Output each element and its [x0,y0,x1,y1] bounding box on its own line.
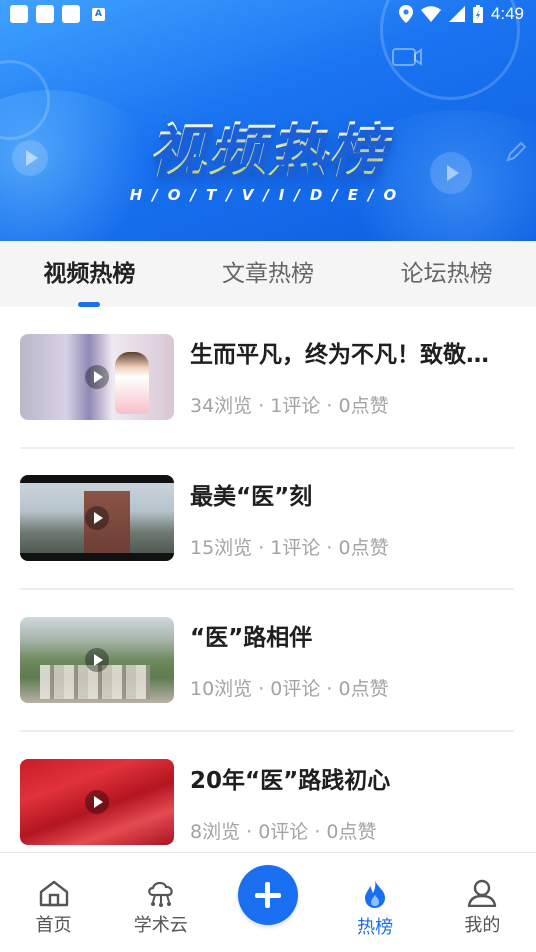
banner-subtitle: H/O/T/V/I/D/E/O [129,186,407,204]
list-item[interactable]: 最美“医”刻 15浏览 · 1评论 · 0点赞 [20,449,514,590]
status-time: 4:49 [490,4,524,23]
tab-video-ranking[interactable]: 视频热榜 [0,241,179,307]
notification-icon [36,5,54,23]
banner-title: 视频热榜 [0,104,536,188]
tab-label: 文章热榜 [222,261,314,287]
video-stats: 15浏览 · 1评论 · 0点赞 [190,536,389,559]
notification-icon [62,5,80,23]
tab-label: 视频热榜 [43,261,136,287]
video-title: 最美“医”刻 [190,483,313,510]
add-button[interactable] [237,865,298,925]
tab-article-ranking[interactable]: 文章热榜 [179,241,358,307]
nav-label: 热榜 [357,917,394,938]
hot-list-screen: 视频热榜 H/O/T/V/I/D/E/O A 4:49 视频热榜 文章热榜 论坛… [0,0,536,952]
video-stats: 8浏览 · 0评论 · 0点赞 [190,820,377,843]
list-item[interactable]: 生而平凡，终为不凡！致敬… 34浏览 · 1评论 · 0点赞 [20,307,514,449]
bottom-navigation: 首页 学术云 热榜 我的 [0,852,536,952]
location-icon [398,5,413,23]
play-icon [85,647,109,672]
nav-label: 我的 [464,915,501,936]
video-stats: 10浏览 · 0评论 · 0点赞 [190,678,389,701]
video-title: 生而平凡，终为不凡！致敬… [190,342,489,369]
battery-icon [472,5,483,23]
camera-icon [392,48,422,66]
play-icon [85,364,109,389]
video-stats: 34浏览 · 1评论 · 0点赞 [190,395,389,418]
user-icon [468,879,497,907]
home-icon [39,880,68,907]
nav-add[interactable] [214,853,321,952]
video-title: “医”路相伴 [190,625,313,652]
video-thumbnail[interactable] [20,759,174,846]
wifi-icon [420,6,441,22]
status-bar: A 4:49 [0,0,536,28]
signal-icon [448,6,465,22]
nav-mine[interactable]: 我的 [429,853,536,952]
tab-label: 论坛热榜 [400,261,493,287]
hero-banner: 视频热榜 H/O/T/V/I/D/E/O [0,0,536,241]
notification-icon [10,5,28,23]
nav-hot-ranking[interactable]: 热榜 [322,853,429,952]
nav-home[interactable]: 首页 [0,853,107,952]
video-list: 生而平凡，终为不凡！致敬… 34浏览 · 1评论 · 0点赞 最美“医”刻 15… [20,307,514,873]
nav-label: 首页 [35,915,72,936]
cloud-network-icon [147,881,173,907]
video-thumbnail[interactable] [20,475,174,562]
video-thumbnail[interactable] [20,333,174,420]
video-thumbnail[interactable] [20,616,174,703]
list-item[interactable]: “医”路相伴 10浏览 · 0评论 · 0点赞 [20,590,514,732]
tab-forum-ranking[interactable]: 论坛热榜 [357,241,536,307]
play-icon [85,790,109,815]
video-title: 20年“医”路践初心 [190,767,391,794]
app-a-icon: A [92,7,105,21]
ranking-tabs: 视频热榜 文章热榜 论坛热榜 [0,241,536,307]
nav-academic-cloud[interactable]: 学术云 [107,853,214,952]
nav-label: 学术云 [133,915,188,936]
flame-icon [365,880,386,908]
